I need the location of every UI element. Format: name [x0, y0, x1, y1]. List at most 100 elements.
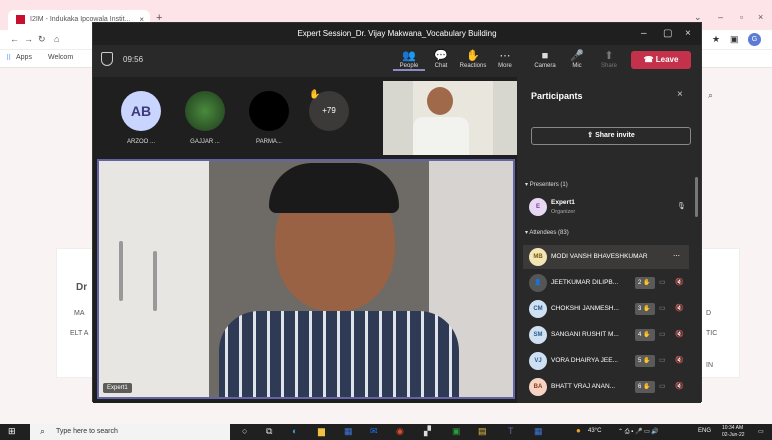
close-icon[interactable]: ×: [685, 23, 691, 45]
self-video-preview: [383, 81, 517, 155]
search-icon: ⌕: [40, 426, 46, 436]
mic-off-icon: 🔇: [675, 305, 684, 312]
attendee-row[interactable]: SM SANGANI RUSHIT M... 4 ✋ ▭ 🔇: [523, 323, 689, 347]
camera-icon: ■: [541, 50, 549, 62]
chrome-icon[interactable]: ◉: [396, 426, 404, 437]
file-explorer-icon[interactable]: ▆: [318, 426, 325, 437]
clock-date[interactable]: 02-Jun-22: [722, 432, 745, 438]
participant-tile[interactable]: GAJJAR ...: [175, 87, 235, 157]
attendee-row[interactable]: 👤 JEETKUMAR DILIPB... 2 ✋ ▭ 🔇: [523, 271, 689, 295]
video-off-icon: ▭: [659, 279, 666, 286]
reactions-icon: ✋: [466, 50, 480, 62]
participant-tile[interactable]: AB ARZOO ...: [111, 87, 171, 157]
store-icon[interactable]: ▦: [344, 426, 353, 437]
avatar: E: [529, 198, 547, 216]
reactions-button[interactable]: ✋ Reactions: [457, 49, 489, 69]
task-view-icon[interactable]: ⧉: [266, 426, 272, 437]
phone-icon: ☎: [643, 55, 656, 64]
bookmark-apps[interactable]: Apps: [16, 54, 32, 61]
share-invite-button[interactable]: ⇪ Share invite: [531, 127, 691, 145]
bg-fragment: MA: [74, 310, 85, 317]
app-icon[interactable]: ▣: [452, 426, 461, 437]
tile-name: GAJJAR ...: [190, 139, 220, 145]
taskbar-search[interactable]: ⌕ Type here to search: [30, 424, 230, 440]
bg-fragment: IN: [706, 362, 713, 369]
bookmark-welcome[interactable]: Welcom: [48, 54, 73, 61]
app-icon[interactable]: ▞: [424, 426, 431, 437]
notifications-icon[interactable]: ▭: [758, 428, 764, 435]
forward-icon[interactable]: →: [24, 34, 33, 44]
share-screen-icon: ⬆: [604, 50, 614, 62]
maximize-icon[interactable]: ▢: [663, 23, 672, 45]
edge-icon[interactable]: ◐: [292, 426, 297, 436]
speaker-shirt: [219, 311, 459, 397]
attendee-row[interactable]: BA BHATT VRAJ ANAN... 6 ✋ ▭ 🔇: [523, 375, 689, 399]
more-options-icon[interactable]: ⋯: [673, 252, 680, 260]
meeting-timer: 09:56: [123, 55, 144, 64]
apps-grid-icon: ⠿: [6, 55, 12, 62]
close-icon[interactable]: ×: [677, 89, 683, 100]
cortana-icon[interactable]: ○: [242, 426, 247, 436]
extensions-icon[interactable]: ▣: [730, 34, 739, 45]
clock-time[interactable]: 10:34 AM: [722, 425, 743, 431]
language-indicator[interactable]: ENG: [698, 428, 711, 434]
windows-taskbar: ⊞ ⌕ Type here to search ○ ⧉ ◐ ▆ ▦ ✉ ◉ ▞ …: [0, 424, 772, 440]
chat-icon: 💬: [434, 50, 448, 62]
camera-button[interactable]: ■ Camera: [529, 49, 561, 69]
tray-icons[interactable]: ⌃ ⎙ ▪ 🎤 ▭ 🔊: [618, 428, 659, 436]
profile-avatar[interactable]: G: [748, 33, 761, 46]
overflow-tile[interactable]: +79 ✋: [299, 87, 359, 157]
hand-order: 5: [638, 358, 642, 364]
hand-order: 6: [638, 384, 642, 390]
bg-fragment: ELT A: [70, 330, 89, 337]
presenters-section-header[interactable]: ▾ Presenters (1): [525, 181, 568, 188]
avatar: 👤: [529, 274, 547, 292]
scrollbar[interactable]: [695, 177, 698, 217]
search-icon[interactable]: ⌕: [708, 90, 713, 101]
attendees-header-label: Attendees (83): [529, 230, 569, 236]
app-icon[interactable]: ▦: [534, 426, 543, 437]
panel-title: Participants: [531, 91, 583, 101]
minimize-icon[interactable]: –: [718, 12, 723, 22]
hand-order: 2: [638, 280, 642, 286]
weather-temp[interactable]: 43°C: [588, 428, 601, 434]
chat-button[interactable]: 💬 Chat: [425, 49, 457, 69]
leave-button[interactable]: ☎ Leave: [631, 51, 691, 69]
app-icon[interactable]: ▤: [478, 426, 487, 437]
minimize-icon[interactable]: –: [641, 23, 647, 45]
video-stage: AB ARZOO ... GAJJAR ... PARMA... +79 ✋ E…: [93, 77, 517, 403]
avatar: BA: [529, 378, 547, 396]
attendees-section-header[interactable]: ▾ Attendees (83): [525, 229, 569, 236]
search-placeholder: Type here to search: [56, 428, 118, 435]
mic-icon: 🎙: [677, 203, 686, 210]
share-button[interactable]: ⬆ Share: [593, 49, 625, 69]
reload-icon[interactable]: ↻: [38, 34, 46, 45]
presenter-row[interactable]: E Expert1 Organizer 🎙: [523, 195, 689, 219]
star-icon[interactable]: ★: [712, 34, 720, 45]
people-button[interactable]: 👥 People: [393, 49, 425, 71]
participant-role: Organizer: [551, 209, 576, 215]
mic-button[interactable]: 🎤 Mic: [561, 49, 593, 69]
mail-icon[interactable]: ✉: [370, 426, 378, 437]
attendee-row[interactable]: CM CHOKSHI JANMESH... 3 ✋ ▭ 🔇: [523, 297, 689, 321]
video-off-icon: ▭: [659, 331, 666, 338]
back-icon[interactable]: ←: [10, 34, 19, 44]
close-icon[interactable]: ×: [758, 12, 763, 22]
raised-hand-badge: 6 ✋: [635, 381, 655, 393]
participant-name: Expert1: [551, 199, 575, 206]
more-button[interactable]: ⋯ More: [489, 49, 521, 69]
home-icon[interactable]: ⌂: [54, 34, 59, 44]
attendee-row[interactable]: VJ VORA DHAIRYA JEE... 5 ✋ ▭ 🔇: [523, 349, 689, 373]
attendee-row[interactable]: MB MODI VANSH BHAVESHKUMAR ⋯: [523, 245, 689, 269]
mic-off-icon: 🔇: [675, 331, 684, 338]
tile-name: ARZOO ...: [126, 139, 155, 145]
maximize-icon[interactable]: ▫: [740, 12, 743, 22]
avatar: [249, 91, 289, 131]
windows-start-icon[interactable]: ⊞: [8, 426, 16, 437]
avatar: [185, 91, 225, 131]
participant-tile[interactable]: PARMA...: [239, 87, 299, 157]
person-shirt: [413, 117, 469, 155]
share-icon: ⇪: [587, 132, 596, 139]
leave-label: Leave: [655, 55, 679, 64]
teams-icon[interactable]: T: [508, 426, 514, 436]
